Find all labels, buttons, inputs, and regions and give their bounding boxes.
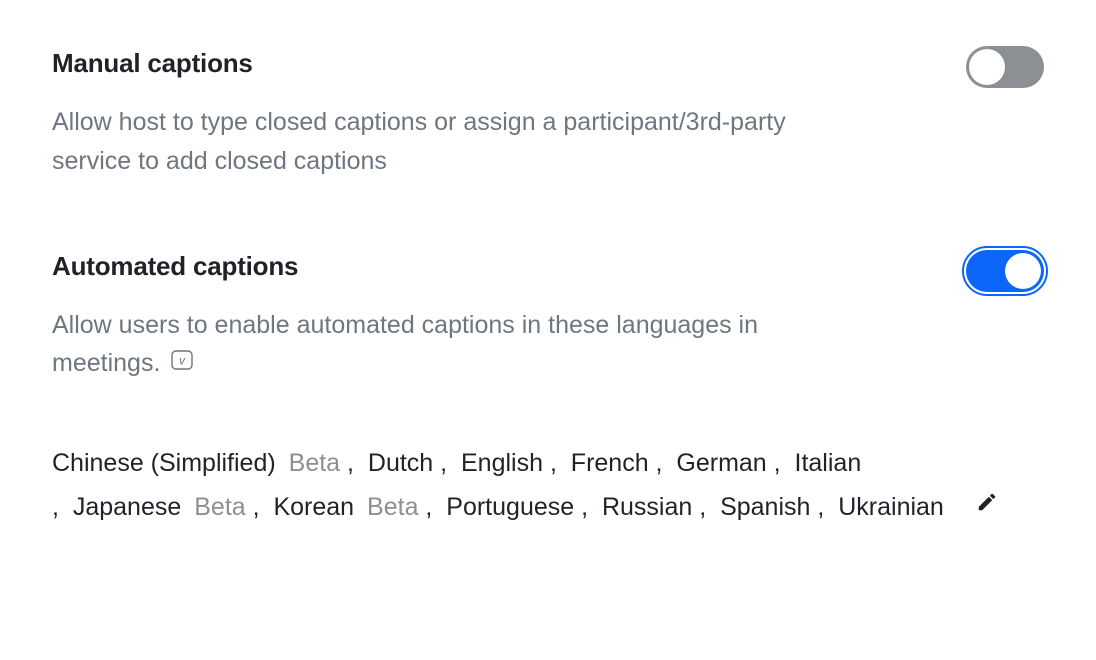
language-beta-label: Beta [367, 493, 418, 521]
language-separator: , [52, 493, 73, 521]
language-separator: , [767, 449, 795, 477]
language-separator: , [543, 449, 571, 477]
language-separator: , [246, 493, 274, 521]
manual-captions-description: Allow host to type closed captions or as… [52, 103, 812, 181]
language-item: Japanese [73, 493, 181, 521]
language-item: Portuguese [446, 493, 574, 521]
language-item: Spanish [720, 493, 810, 521]
automated-captions-language-list: Chinese (Simplified) Beta , Dutch , Engl… [52, 442, 1044, 530]
language-item: German [676, 449, 766, 477]
pencil-icon[interactable] [976, 484, 998, 528]
svg-text:v: v [179, 354, 186, 368]
language-separator: , [692, 493, 720, 521]
language-item: Russian [602, 493, 692, 521]
language-separator: , [574, 493, 602, 521]
manual-captions-section: Manual captions Allow host to type close… [52, 48, 1044, 181]
language-item: Ukrainian [838, 493, 944, 521]
language-separator: , [433, 449, 461, 477]
automated-captions-description: Allow users to enable automated captions… [52, 306, 812, 385]
manual-captions-toggle[interactable] [966, 46, 1044, 88]
automated-captions-toggle[interactable] [962, 246, 1048, 296]
language-item: English [461, 449, 543, 477]
v-badge-icon[interactable]: v [171, 343, 193, 382]
language-item: Chinese (Simplified) [52, 449, 276, 477]
language-item: Italian [795, 449, 862, 477]
automated-captions-description-text: Allow users to enable automated captions… [52, 311, 758, 378]
language-item: Korean [273, 493, 354, 521]
language-separator: , [418, 493, 446, 521]
language-separator: , [810, 493, 838, 521]
language-beta-label: Beta [289, 449, 340, 477]
automated-captions-section: Automated captions Allow users to enable… [52, 251, 1044, 531]
language-separator: , [340, 449, 368, 477]
manual-captions-title: Manual captions [52, 48, 1044, 79]
language-beta-label: Beta [194, 493, 245, 521]
language-item: French [571, 449, 649, 477]
language-item: Dutch [368, 449, 433, 477]
automated-captions-title: Automated captions [52, 251, 1044, 282]
language-separator: , [649, 449, 677, 477]
